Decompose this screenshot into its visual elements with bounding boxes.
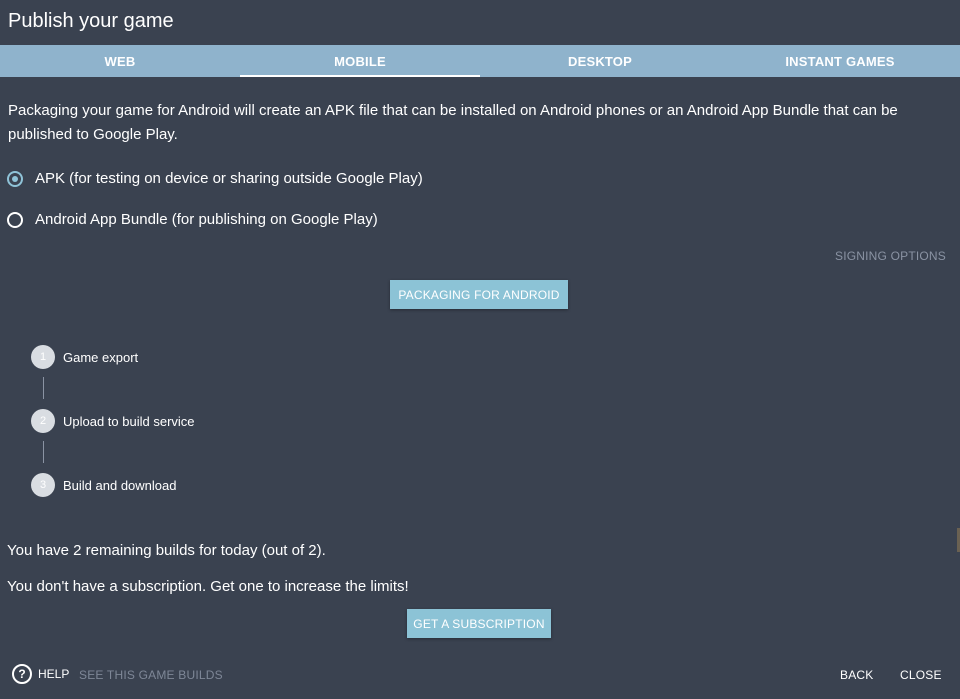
- app-bundle-option-label: Android App Bundle (for publishing on Go…: [35, 211, 378, 228]
- apk-radio[interactable]: [7, 170, 23, 187]
- step-number-2: 2: [31, 409, 55, 433]
- step-number-3: 3: [31, 473, 55, 497]
- help-icon: ?: [12, 664, 32, 684]
- packaging-for-android-button[interactable]: PACKAGING FOR ANDROID: [390, 280, 568, 309]
- tab-web[interactable]: WEB: [0, 45, 240, 77]
- step-number-1: 1: [31, 345, 55, 369]
- tab-bar: WEB MOBILE DESKTOP INSTANT GAMES: [0, 45, 960, 77]
- remaining-builds-text: You have 2 remaining builds for today (o…: [7, 542, 326, 559]
- step-label: Game export: [63, 349, 139, 365]
- subscription-notice: You don't have a subscription. Get one t…: [7, 578, 409, 595]
- tab-mobile[interactable]: MOBILE: [240, 45, 480, 77]
- get-subscription-button[interactable]: GET A SUBSCRIPTION: [407, 609, 551, 638]
- publish-dialog: Publish your game WEB MOBILE DESKTOP INS…: [0, 0, 960, 699]
- back-button[interactable]: BACK: [840, 668, 873, 682]
- help-button[interactable]: ? HELP: [12, 664, 69, 684]
- step-game-export: 1 Game export: [31, 345, 138, 369]
- step-label: Build and download: [63, 477, 177, 493]
- step-upload: 2 Upload to build service: [31, 409, 195, 433]
- step-connector: [43, 377, 44, 399]
- app-bundle-radio[interactable]: [7, 211, 23, 228]
- android-packaging-description: Packaging your game for Android will cre…: [8, 102, 898, 143]
- apk-option-label: APK (for testing on device or sharing ou…: [35, 170, 423, 187]
- signing-options-button[interactable]: SIGNING OPTIONS: [835, 249, 946, 263]
- apk-option[interactable]: APK (for testing on device or sharing ou…: [7, 170, 423, 187]
- tab-instant-games[interactable]: INSTANT GAMES: [720, 45, 960, 77]
- see-game-builds-button[interactable]: SEE THIS GAME BUILDS: [79, 668, 223, 682]
- dialog-title: Publish your game: [8, 10, 174, 32]
- help-label: HELP: [38, 667, 70, 681]
- step-build-download: 3 Build and download: [31, 473, 176, 497]
- step-label: Upload to build service: [63, 413, 195, 429]
- step-connector: [43, 441, 44, 463]
- close-button[interactable]: CLOSE: [900, 668, 942, 682]
- app-bundle-option[interactable]: Android App Bundle (for publishing on Go…: [7, 211, 378, 228]
- tab-desktop[interactable]: DESKTOP: [480, 45, 720, 77]
